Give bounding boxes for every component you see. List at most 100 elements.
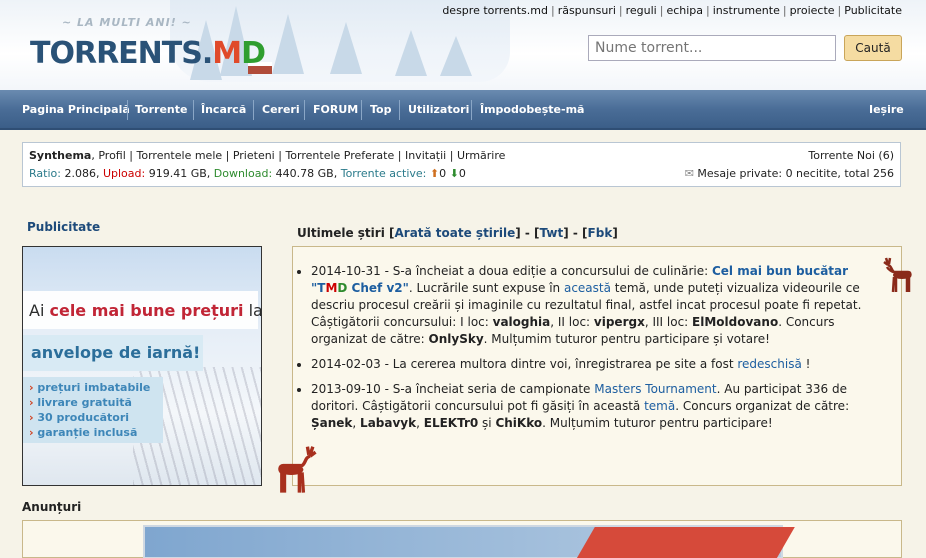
nav-separator <box>193 100 194 120</box>
ad-line-2: anvelope de iarnă! <box>23 335 203 371</box>
link-favorites[interactable]: Torrentele Preferate <box>285 149 394 162</box>
ad-bullet: 30 producători <box>29 410 157 425</box>
nav-forum[interactable]: FORUM <box>313 90 358 130</box>
nav-top[interactable]: Top <box>370 90 391 130</box>
toplink-about[interactable]: despre torrents.md <box>442 4 548 17</box>
toplink-team[interactable]: echipa <box>666 4 703 17</box>
link-tracking[interactable]: Urmărire <box>457 149 505 162</box>
news-text: , <box>416 416 424 430</box>
private-messages-text: Mesaje private: 0 necitite, total 256 <box>697 167 894 180</box>
nav-torrents[interactable]: Torrente <box>135 90 187 130</box>
top-links: despre torrents.md | răspunsuri | reguli | ech… <box>442 4 902 17</box>
news-link[interactable]: Cel mai bun bucătar <box>712 264 848 278</box>
news-link[interactable]: temă <box>644 399 675 413</box>
search-button[interactable]: Caută <box>844 35 902 61</box>
ratio-label: Ratio: <box>29 167 61 180</box>
main-nav: Pagina Principală Torrente Încarcă Cerer… <box>0 90 926 130</box>
news-item: 2014-10-31 - S-a încheiat a doua ediție … <box>311 263 871 348</box>
reindeer-icon <box>278 446 317 493</box>
ad-bullet: prețuri imbatabile <box>29 380 157 395</box>
news-link[interactable]: Chef v2 <box>347 281 403 295</box>
news-list: 2014-10-31 - S-a încheiat a doua ediție … <box>311 263 871 440</box>
news-item: 2014-02-03 - La cererea multora dintre v… <box>311 356 871 373</box>
news-text: , III loc: <box>644 315 693 329</box>
news-text: . Mulțumim tuturor pentru participare și… <box>483 332 770 346</box>
news-text: . Concurs organizat de către: <box>675 399 850 413</box>
news-text: - S-a încheiat seria de campionate <box>380 382 595 396</box>
upload-value: 919.41 GB <box>148 167 207 180</box>
news-text: . Lucrările sunt expuse în <box>408 281 564 295</box>
toplink-answers[interactable]: răspunsuri <box>558 4 616 17</box>
user-stats-row: Ratio: 2.086, Upload: 919.41 GB, Downloa… <box>29 167 466 180</box>
active-down-count: 0 <box>458 167 466 180</box>
toplink-projects[interactable]: proiecte <box>790 4 835 17</box>
nav-home[interactable]: Pagina Principală <box>22 90 130 130</box>
news-link[interactable]: această <box>564 281 611 295</box>
news-link[interactable]: redeschisă <box>737 357 801 371</box>
announcement-banner-image <box>143 525 795 558</box>
ad-bullet: livrare gratuită <box>29 395 157 410</box>
winner-name: valoghia <box>492 315 551 329</box>
news-link[interactable]: Masters Tournament <box>594 382 716 396</box>
news-text: și <box>478 416 496 430</box>
tree-decoration <box>330 22 362 74</box>
tree-decoration <box>395 30 427 76</box>
news-heading: Ultimele știri [Arată toate știrile] - [… <box>297 226 618 240</box>
nav-logout[interactable]: Ieșire <box>869 90 904 130</box>
ad-bullets: prețuri imbatabile livrare gratuită 30 p… <box>23 377 163 443</box>
link-my-torrents[interactable]: Torrentele mele <box>137 149 223 162</box>
organizer-name: ChiKko <box>495 416 543 430</box>
link-friends[interactable]: Prieteni <box>233 149 275 162</box>
toplink-advertising[interactable]: Publicitate <box>844 4 902 17</box>
news-twitter-link[interactable]: Twt <box>540 226 564 240</box>
news-date: 2013-09-10 <box>311 382 381 396</box>
logo-text: TORRENTS. <box>30 36 213 71</box>
news-item: 2013-09-10 - S-a încheiat seria de campi… <box>311 381 871 432</box>
announcements-title: Anunțuri <box>22 500 82 514</box>
news-text: . Mulțumim tuturor pentru participare! <box>542 416 773 430</box>
nav-upload[interactable]: Încarcă <box>201 90 246 130</box>
search-input[interactable] <box>588 35 836 61</box>
announcement-banner-ribbon <box>575 527 795 558</box>
news-box: 2014-10-31 - S-a încheiat a doua ediție … <box>292 246 902 486</box>
winner-name: vipergx <box>593 315 645 329</box>
username[interactable]: Synthema <box>29 149 91 162</box>
news-show-all-link[interactable]: Arată toate știrile <box>394 226 515 240</box>
tmd-m: M <box>325 281 338 295</box>
toplink-tools[interactable]: instrumente <box>713 4 780 17</box>
news-facebook-link[interactable]: Fbk <box>588 226 613 240</box>
arrow-down-icon: ⬇ <box>449 167 459 180</box>
toplink-rules[interactable]: reguli <box>626 4 657 17</box>
ad-line1-pre: Ai <box>29 301 50 320</box>
news-date: 2014-02-03 <box>311 357 381 371</box>
upload-label: Upload: <box>102 167 146 180</box>
organizer-name: ELEKTr0 <box>423 416 479 430</box>
news-text: , II loc: <box>550 315 594 329</box>
nav-users[interactable]: Utilizatori <box>408 90 469 130</box>
new-torrents-link[interactable]: Torrente Noi (6) <box>808 149 894 162</box>
envelope-icon: ✉ <box>684 167 694 180</box>
news-text: , <box>352 416 361 430</box>
link-invitations[interactable]: Invitații <box>405 149 446 162</box>
user-panel: Synthema, Profil | Torrentele mele | Pri… <box>22 142 901 187</box>
logo-d: D <box>241 36 266 71</box>
news-title: Ultimele știri <box>297 226 385 240</box>
nav-requests[interactable]: Cereri <box>262 90 300 130</box>
news-text: ! <box>801 357 811 371</box>
active-up-count: 0 <box>439 167 447 180</box>
organizer-name: Labavyk <box>360 416 417 430</box>
ad-bullet: garanție inclusă <box>29 425 157 440</box>
ad-line1-bold: cele mai bune prețuri <box>49 301 244 320</box>
site-logo[interactable]: TORRENTS.MD <box>30 36 266 71</box>
private-messages[interactable]: ✉ Mesaje private: 0 necitite, total 256 <box>685 167 894 180</box>
ratio-value: 2.086 <box>64 167 96 180</box>
download-label: Download: <box>213 167 273 180</box>
announcement-banner[interactable] <box>22 520 902 558</box>
active-torrents-label: Torrente active: <box>340 167 427 180</box>
ad-banner[interactable]: Ai cele mai bune prețuri la anvelope de … <box>22 246 262 486</box>
link-profile[interactable]: Profil <box>98 149 125 162</box>
arrow-up-icon: ⬆ <box>429 167 440 180</box>
nav-decorate[interactable]: Împodobește-mă <box>480 90 584 130</box>
news-text: - La cererea multora dintre voi, înregis… <box>380 357 738 371</box>
download-value: 440.78 GB <box>275 167 334 180</box>
